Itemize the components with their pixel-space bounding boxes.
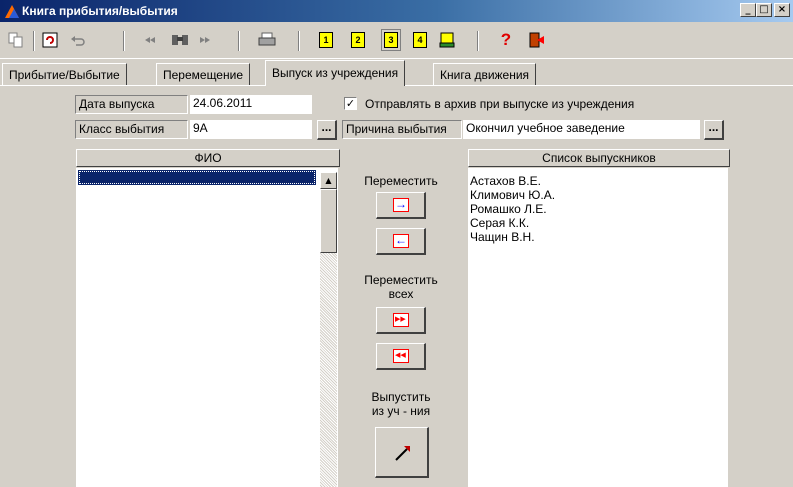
title-bar[interactable]: Книга прибытия/выбытия _ □ ×	[0, 0, 793, 22]
fio-selected-row[interactable]	[78, 170, 316, 185]
tab-movement-book[interactable]: Книга движения	[433, 63, 537, 85]
page-2-icon[interactable]: 2	[348, 30, 368, 50]
help-icon[interactable]: ?	[496, 30, 516, 50]
next-icon[interactable]	[194, 30, 214, 50]
release-date-label: Дата выпуска	[75, 95, 188, 114]
list-item[interactable]: Ромашко Л.Е.	[468, 202, 728, 216]
tab-strip: Прибытие/Выбытие Перемещение Выпуск из у…	[0, 60, 793, 86]
window-title: Книга прибытия/выбытия	[22, 4, 178, 18]
class-field[interactable]: 9А	[190, 120, 312, 139]
move-all-right-button[interactable]: ▶▶	[376, 307, 426, 334]
pin-arrow-icon	[395, 446, 410, 461]
toolbar-separator	[298, 31, 300, 51]
reason-label: Причина выбытия	[342, 120, 462, 139]
page-3-icon[interactable]: 3	[381, 29, 401, 51]
tab-arrival-departure[interactable]: Прибытие/Выбытие	[2, 63, 127, 85]
tab-transfer[interactable]: Перемещение	[156, 63, 250, 85]
list-item[interactable]: Чащин В.Н.	[468, 230, 728, 244]
toolbar-separator	[123, 31, 125, 51]
archive-checkbox-label[interactable]: Отправлять в архив при выпуске из учрежд…	[365, 95, 634, 113]
fio-column-header[interactable]: ФИО	[76, 149, 340, 167]
toolbar-separator	[477, 31, 479, 51]
binoculars-icon[interactable]	[170, 30, 190, 50]
archive-checkbox[interactable]: ✓	[344, 97, 357, 110]
toolbar-separator	[238, 31, 240, 51]
maximize-button[interactable]: □	[756, 3, 772, 17]
prev-icon[interactable]	[141, 30, 161, 50]
move-label: Переместить	[364, 174, 438, 188]
move-left-button[interactable]: ←	[376, 228, 426, 255]
graduates-list[interactable]: Астахов В.Е. Климович Ю.А. Ромашко Л.Е. …	[468, 168, 728, 487]
app-icon	[5, 5, 19, 18]
release-date-field[interactable]: 24.06.2011	[190, 95, 312, 114]
tab-graduation[interactable]: Выпуск из учреждения	[265, 60, 406, 86]
move-all-label: Переместить всех	[364, 273, 438, 301]
printer-icon[interactable]	[257, 30, 277, 50]
page-4-icon[interactable]: 4	[410, 30, 430, 50]
class-browse-button[interactable]: ...	[317, 120, 337, 140]
reason-field[interactable]: Окончил учебное заведение	[463, 120, 700, 139]
arrow-left-icon: ←	[393, 233, 409, 248]
copy-icon[interactable]	[6, 30, 26, 50]
double-arrow-right-icon: ▶▶	[393, 313, 409, 327]
export-icon[interactable]	[437, 30, 457, 50]
minimize-button[interactable]: _	[740, 3, 756, 17]
scroll-thumb[interactable]	[320, 189, 337, 253]
undo-icon[interactable]	[68, 30, 88, 50]
list-item[interactable]: Серая К.К.	[468, 216, 728, 230]
move-right-button[interactable]: →	[376, 192, 426, 219]
release-label: Выпустить из уч - ния	[371, 390, 431, 418]
reason-browse-button[interactable]: ...	[704, 120, 724, 140]
class-label: Класс выбытия	[75, 120, 188, 139]
refresh-icon[interactable]	[40, 30, 60, 50]
exit-door-icon[interactable]	[527, 30, 547, 50]
close-button[interactable]: ×	[774, 3, 790, 17]
arrow-right-icon: →	[393, 197, 409, 212]
toolbar: 1 2 3 4 ?	[0, 22, 793, 59]
release-button[interactable]	[375, 427, 429, 478]
fio-scrollbar[interactable]: ▲	[320, 172, 337, 487]
graduates-column-header[interactable]: Список выпускников	[468, 149, 730, 167]
list-item[interactable]: Климович Ю.А.	[468, 188, 728, 202]
move-all-left-button[interactable]: ◀◀	[376, 343, 426, 370]
scroll-up-button[interactable]: ▲	[320, 172, 337, 189]
page-1-icon[interactable]: 1	[316, 30, 336, 50]
toolbar-separator	[33, 31, 35, 51]
double-arrow-left-icon: ◀◀	[393, 349, 409, 363]
fio-list[interactable]	[76, 168, 338, 487]
list-item[interactable]: Астахов В.Е.	[468, 174, 728, 188]
